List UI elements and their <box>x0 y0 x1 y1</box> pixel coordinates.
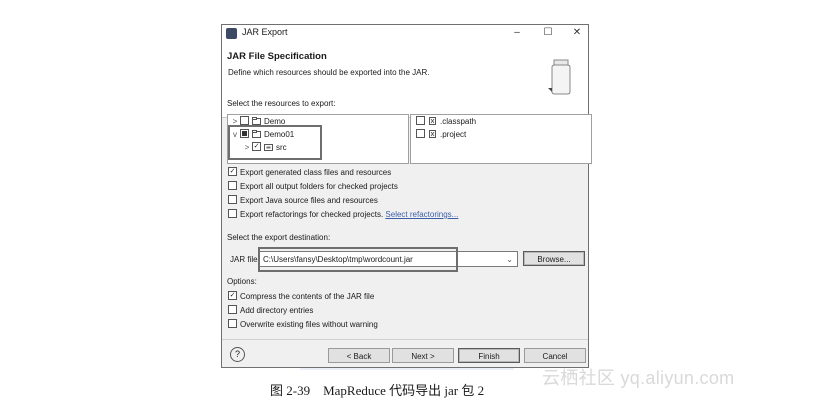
highlight-box <box>258 247 458 272</box>
checkbox[interactable] <box>228 181 237 190</box>
checkbox[interactable] <box>228 209 237 218</box>
eclipse-app-icon <box>226 28 237 39</box>
option-export-class-files[interactable]: Export generated class files and resourc… <box>228 166 458 180</box>
file-list[interactable]: .classpath .project <box>410 114 592 164</box>
checkbox[interactable] <box>416 129 425 138</box>
file-item-project[interactable]: .project <box>411 128 591 141</box>
cancel-button[interactable]: Cancel <box>524 348 586 363</box>
option-label: Compress the contents of the JAR file <box>240 292 375 301</box>
option-export-refactorings[interactable]: Export refactorings for checked projects… <box>228 208 458 222</box>
option-label: Overwrite existing files without warning <box>240 320 378 329</box>
checkbox[interactable] <box>228 195 237 204</box>
option-compress[interactable]: Compress the contents of the JAR file <box>228 290 378 304</box>
page-description: Define which resources should be exporte… <box>228 68 430 77</box>
jar-file-label: JAR file: <box>230 255 260 264</box>
highlight-box <box>228 125 322 160</box>
checkbox[interactable] <box>240 116 249 125</box>
resources-label: Select the resources to export: <box>227 99 336 108</box>
title-bar: JAR Export – ☐ ✕ <box>222 25 588 42</box>
jar-icon <box>548 59 571 95</box>
back-button[interactable]: < Back <box>328 348 390 363</box>
watermark-text: 云栖社区 yq.aliyun.com <box>542 368 735 388</box>
page-title: JAR File Specification <box>227 51 327 62</box>
options-label: Options: <box>227 277 257 286</box>
project-icon <box>252 117 261 125</box>
close-button[interactable]: ✕ <box>566 25 588 42</box>
checkbox[interactable] <box>228 167 237 176</box>
help-icon[interactable]: ? <box>230 347 245 362</box>
xml-file-icon <box>429 117 436 125</box>
checkbox[interactable] <box>228 291 237 300</box>
file-item-label: .project <box>440 130 467 139</box>
checkbox[interactable] <box>228 305 237 314</box>
browse-button[interactable]: Browse... <box>523 251 585 266</box>
jar-options: Compress the contents of the JAR file Ad… <box>228 290 378 332</box>
jar-export-dialog: JAR Export – ☐ ✕ JAR File Specification … <box>221 24 592 368</box>
option-label: Add directory entries <box>240 306 314 315</box>
export-options: Export generated class files and resourc… <box>228 166 458 222</box>
option-export-source-files[interactable]: Export Java source files and resources <box>228 194 458 208</box>
option-label: Export all output folders for checked pr… <box>240 182 398 191</box>
option-label: Export Java source files and resources <box>240 196 378 205</box>
option-export-output-folders[interactable]: Export all output folders for checked pr… <box>228 180 458 194</box>
finish-button[interactable]: Finish <box>458 348 520 363</box>
option-label: Export generated class files and resourc… <box>240 168 392 177</box>
option-add-directory-entries[interactable]: Add directory entries <box>228 304 378 318</box>
file-item-label: .classpath <box>440 117 477 126</box>
figure-caption: 图 2-39 MapReduce 代码导出 jar 包 2 <box>270 383 485 398</box>
window-title: JAR Export <box>242 27 288 37</box>
destination-label: Select the export destination: <box>227 233 331 242</box>
checkbox[interactable] <box>228 319 237 328</box>
file-item-classpath[interactable]: .classpath <box>411 115 591 128</box>
option-overwrite[interactable]: Overwrite existing files without warning <box>228 318 378 332</box>
next-button[interactable]: Next > <box>392 348 454 363</box>
minimize-button[interactable]: – <box>506 25 528 42</box>
option-label: Export refactorings for checked projects… <box>240 210 384 219</box>
chevron-down-icon[interactable]: ⌄ <box>506 252 513 268</box>
maximize-button[interactable]: ☐ <box>537 25 559 42</box>
divider <box>222 339 588 340</box>
xml-file-icon <box>429 130 436 138</box>
select-refactorings-link[interactable]: Select refactorings... <box>385 210 458 219</box>
checkbox[interactable] <box>416 116 425 125</box>
